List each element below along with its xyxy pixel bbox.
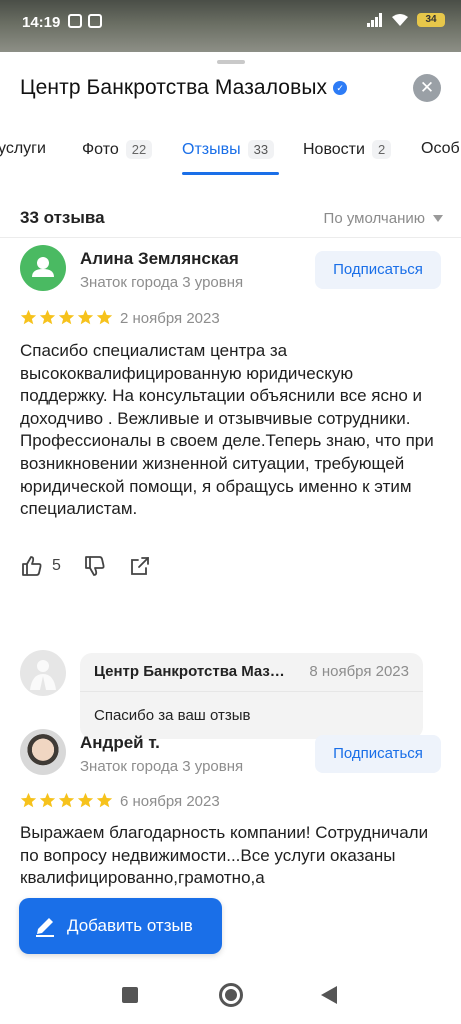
tab-label: Новости <box>303 140 365 158</box>
notification-icons <box>68 14 102 28</box>
tab-services[interactable]: услуги <box>0 140 46 158</box>
author-level: Знаток города 3 уровня <box>80 758 244 775</box>
user-icon <box>32 257 54 277</box>
author-level: Знаток города 3 уровня <box>80 274 244 291</box>
star-icon <box>77 309 94 325</box>
avatar[interactable] <box>20 729 66 775</box>
star-icon <box>58 792 75 808</box>
add-review-label: Добавить отзыв <box>67 916 193 935</box>
status-time: 14:19 <box>22 14 61 31</box>
sort-dropdown[interactable]: По умолчанию <box>324 210 443 227</box>
star-icon <box>20 309 37 325</box>
review-text: Выражаем благодарность компании! Сотрудн… <box>20 823 429 888</box>
org-card-sheet: Центр Банкротства Мазаловых ✓ ✕ услуги Ф… <box>0 52 461 972</box>
notification-icon <box>68 14 82 28</box>
tab-count: 2 <box>371 140 392 159</box>
reviews-count: 33 отзыва <box>20 208 105 227</box>
subscribe-button[interactable]: Подписаться <box>315 735 441 773</box>
tab-count: 33 <box>247 140 275 159</box>
home-icon[interactable] <box>219 983 243 1007</box>
reviews-header: 33 отзыва По умолчанию <box>20 208 443 228</box>
tabs-bar: услуги Фото 22 Отзывы 33 Новости 2 Особ <box>0 140 461 176</box>
verified-icon: ✓ <box>333 81 348 95</box>
signal-icon <box>367 13 382 27</box>
reply-author: Центр Банкротства Мазаловых <box>94 663 290 680</box>
org-avatar <box>20 650 66 696</box>
system-nav-bar <box>0 972 461 1024</box>
add-review-button[interactable]: Добавить отзыв <box>19 898 222 954</box>
active-tab-indicator <box>182 172 279 175</box>
star-icon <box>96 309 113 325</box>
chevron-down-icon <box>433 214 443 222</box>
tab-label: Особ <box>421 140 460 157</box>
page-title: Центр Банкротства Мазаловых <box>20 76 328 99</box>
divider <box>0 237 461 238</box>
avatar[interactable] <box>20 245 66 291</box>
recents-icon[interactable] <box>122 987 138 1003</box>
close-button[interactable]: ✕ <box>413 74 441 102</box>
review-actions: 5 <box>20 554 173 578</box>
reply-date: 8 ноября 2023 <box>309 663 409 680</box>
battery-icon: 34 <box>417 13 445 27</box>
thumbs-down-icon <box>85 556 105 576</box>
star-icon <box>58 309 75 325</box>
star-icon <box>77 792 94 808</box>
share-icon <box>131 557 149 575</box>
thumbs-up-icon <box>22 556 42 576</box>
status-bar: 14:19 34 <box>0 0 461 52</box>
owner-reply: Центр Банкротства Мазаловых 8 ноября 202… <box>80 653 423 739</box>
sort-label: По умолчанию <box>323 209 425 227</box>
review-date: 2 ноября 2023 <box>120 310 220 327</box>
reply-text: Спасибо за ваш отзыв <box>94 707 251 724</box>
wifi-icon <box>392 14 408 26</box>
review-date: 6 ноября 2023 <box>120 793 220 810</box>
pencil-icon <box>36 918 54 937</box>
tab-label: Отзывы <box>182 140 241 158</box>
tab-news[interactable]: Новости 2 <box>303 140 392 159</box>
rating-stars <box>20 792 113 809</box>
back-icon[interactable] <box>321 986 337 1004</box>
tab-count: 22 <box>125 140 153 159</box>
star-icon <box>96 792 113 808</box>
review-author[interactable]: Алина Землянская <box>80 249 239 269</box>
review-author[interactable]: Андрей т. <box>80 733 160 753</box>
header: Центр Банкротства Мазаловых ✓ <box>20 76 348 100</box>
like-count: 5 <box>52 557 61 574</box>
like-button[interactable]: 5 <box>20 554 61 578</box>
tab-label: услуги <box>0 140 46 157</box>
tab-photos[interactable]: Фото 22 <box>82 140 153 159</box>
reply-divider <box>80 691 423 692</box>
star-icon <box>20 792 37 808</box>
dislike-button[interactable] <box>83 554 107 578</box>
share-button[interactable] <box>129 555 151 577</box>
org-logo-icon <box>30 660 56 690</box>
subscribe-button[interactable]: Подписаться <box>315 251 441 289</box>
rating-stars <box>20 309 113 326</box>
tab-features[interactable]: Особ <box>421 140 460 158</box>
review-text: Спасибо специалистам центра за высококва… <box>20 341 434 519</box>
notification-icon <box>88 14 102 28</box>
star-icon <box>39 309 56 325</box>
tab-reviews[interactable]: Отзывы 33 <box>182 140 275 159</box>
status-right: 34 <box>367 13 445 27</box>
tab-label: Фото <box>82 140 119 158</box>
sheet-drag-handle[interactable] <box>216 60 245 64</box>
star-icon <box>39 792 56 808</box>
